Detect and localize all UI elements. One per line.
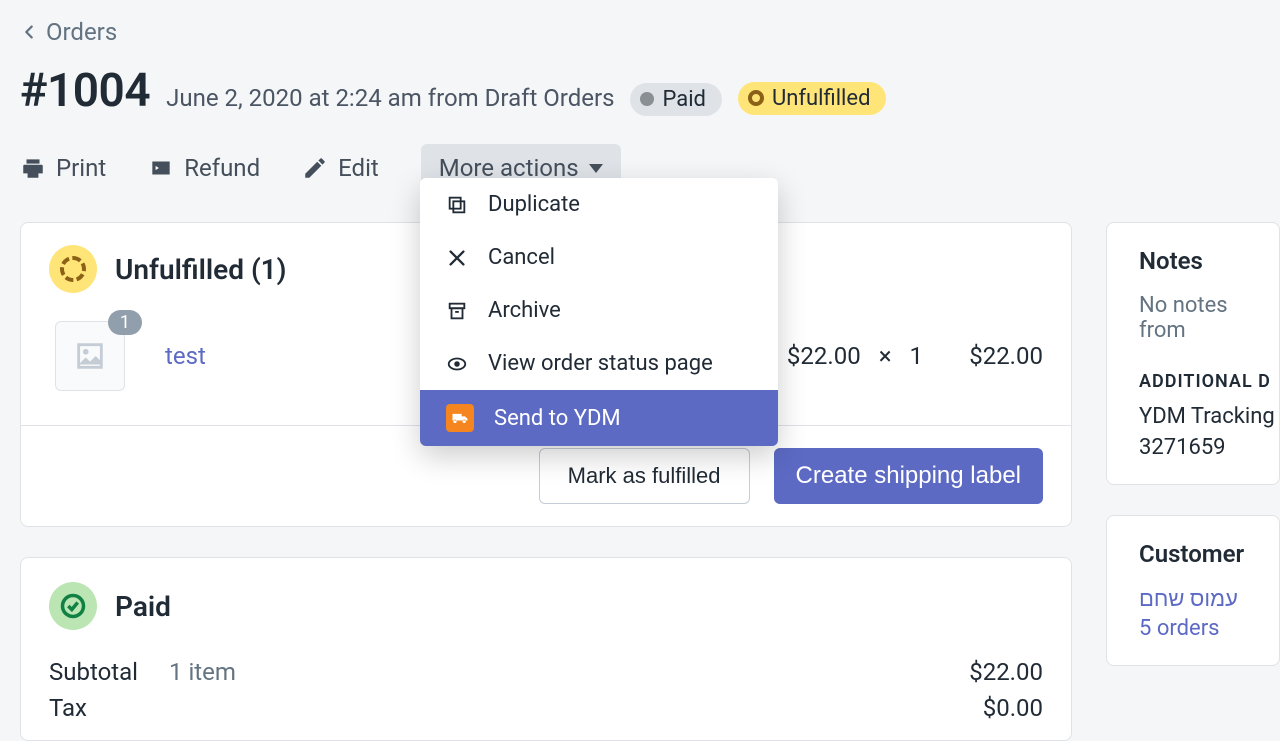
- chevron-down-icon: [589, 164, 603, 173]
- archive-icon: [446, 300, 468, 322]
- menu-item-archive[interactable]: Archive: [420, 284, 778, 337]
- edit-label: Edit: [338, 154, 379, 182]
- close-icon: [446, 247, 468, 269]
- create-shipping-label-button[interactable]: Create shipping label: [774, 448, 1043, 504]
- menu-item-label: View order status page: [488, 351, 713, 376]
- tax-row: Tax $0.00: [49, 694, 1043, 722]
- notes-heading: Notes: [1139, 247, 1279, 275]
- pencil-icon: [302, 155, 328, 181]
- print-button[interactable]: Print: [20, 154, 106, 182]
- subtotal-row: Subtotal 1 item $22.00: [49, 658, 1043, 686]
- duplicate-icon: [446, 194, 468, 216]
- truck-icon: [446, 404, 474, 432]
- unfulfilled-icon: [49, 245, 97, 293]
- line-pricing: $22.00 × 1: [787, 342, 923, 370]
- menu-item-label: Duplicate: [488, 192, 580, 217]
- page-title: #1004: [20, 64, 150, 118]
- notes-empty: No notes from: [1139, 293, 1279, 343]
- print-label: Print: [56, 154, 106, 182]
- dot-icon: [640, 92, 654, 106]
- unfulfilled-heading: Unfulfilled (1): [115, 253, 287, 286]
- status-badge-paid-label: Paid: [662, 87, 705, 112]
- customer-name-link[interactable]: עמוס שחם: [1139, 586, 1279, 612]
- chevron-left-icon: [20, 23, 38, 41]
- product-name-link[interactable]: test: [165, 342, 206, 370]
- title-row: #1004 June 2, 2020 at 2:24 am from Draft…: [20, 64, 1280, 118]
- menu-item-view-status[interactable]: View order status page: [420, 337, 778, 390]
- menu-item-label: Archive: [488, 298, 561, 323]
- subtotal-label: Subtotal: [49, 658, 169, 686]
- status-badge-unfulfilled-label: Unfulfilled: [772, 86, 871, 111]
- ring-icon: [748, 90, 764, 106]
- print-icon: [20, 155, 46, 181]
- breadcrumb-label: Orders: [46, 18, 117, 46]
- mark-fulfilled-button[interactable]: Mark as fulfilled: [539, 448, 750, 504]
- menu-item-label: Send to YDM: [494, 406, 621, 431]
- customer-card: Customer עמוס שחם 5 orders: [1106, 515, 1280, 666]
- menu-item-duplicate[interactable]: Duplicate: [420, 178, 778, 231]
- customer-orders-link[interactable]: 5 orders: [1139, 616, 1279, 641]
- refund-button[interactable]: Refund: [148, 154, 260, 182]
- paid-icon: [49, 582, 97, 630]
- subtotal-value: $22.00: [969, 658, 1043, 686]
- unit-price: $22.00: [787, 342, 861, 370]
- menu-item-send-ydm[interactable]: Send to YDM: [420, 390, 778, 446]
- product-thumbnail: 1: [55, 321, 125, 391]
- refund-label: Refund: [184, 154, 260, 182]
- customer-heading: Customer: [1139, 540, 1279, 568]
- menu-item-label: Cancel: [488, 245, 555, 270]
- more-actions-menu: Duplicate Cancel Archive View order stat…: [420, 178, 778, 446]
- status-badge-unfulfilled: Unfulfilled: [738, 82, 887, 115]
- tax-label: Tax: [49, 694, 169, 722]
- menu-item-cancel[interactable]: Cancel: [420, 231, 778, 284]
- quantity-badge: 1: [108, 310, 142, 335]
- eye-icon: [446, 353, 468, 375]
- edit-button[interactable]: Edit: [302, 154, 379, 182]
- times-symbol: ×: [879, 342, 892, 370]
- order-meta: June 2, 2020 at 2:24 am from Draft Order…: [166, 84, 614, 112]
- refund-icon: [148, 155, 174, 181]
- status-badge-paid: Paid: [630, 83, 721, 116]
- tax-value: $0.00: [983, 694, 1043, 722]
- tracking-label: YDM Tracking: [1139, 404, 1279, 429]
- line-total: $22.00: [923, 342, 1043, 370]
- image-placeholder-icon: [73, 339, 107, 373]
- subtotal-items: 1 item: [169, 658, 236, 686]
- additional-details-label: ADDITIONAL D: [1139, 371, 1279, 392]
- tracking-number: 3271659: [1139, 435, 1279, 460]
- paid-heading: Paid: [115, 590, 171, 623]
- paid-card: Paid Subtotal 1 item $22.00 Tax $0.00: [20, 557, 1072, 741]
- breadcrumb[interactable]: Orders: [20, 18, 1280, 46]
- notes-card: Notes No notes from ADDITIONAL D YDM Tra…: [1106, 222, 1280, 485]
- line-qty: 1: [910, 342, 924, 370]
